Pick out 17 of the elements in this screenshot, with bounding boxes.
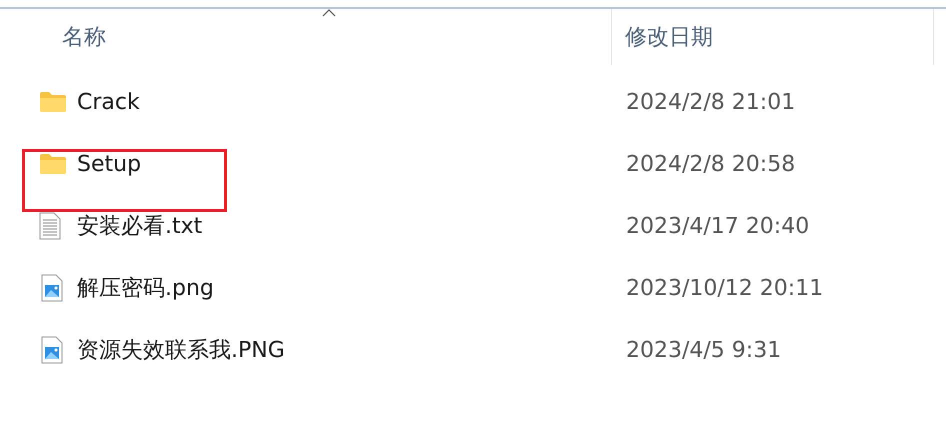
folder-icon: [39, 91, 67, 113]
column-header[interactable]: 名称: [62, 22, 106, 52]
folder-icon: [39, 153, 67, 175]
file-name[interactable]: Setup: [77, 152, 142, 176]
text-file-icon: [39, 212, 61, 240]
modified-date: 2023/10/12 20:11: [626, 276, 824, 300]
file-name[interactable]: Crack: [77, 90, 140, 114]
modified-date: 2024/2/8 20:58: [626, 152, 796, 176]
image-file-icon: [41, 336, 63, 364]
image-file-icon: [41, 274, 63, 302]
modified-date: 2024/2/8 21:01: [626, 90, 796, 114]
file-name[interactable]: 安装必看.txt: [77, 214, 202, 239]
column-header[interactable]: 修改日期: [625, 22, 713, 52]
modified-date: 2023/4/17 20:40: [626, 214, 810, 238]
modified-date: 2023/4/5 9:31: [626, 338, 782, 362]
file-name[interactable]: 解压密码.png: [77, 276, 214, 301]
file-name[interactable]: 资源失效联系我.PNG: [77, 338, 285, 363]
